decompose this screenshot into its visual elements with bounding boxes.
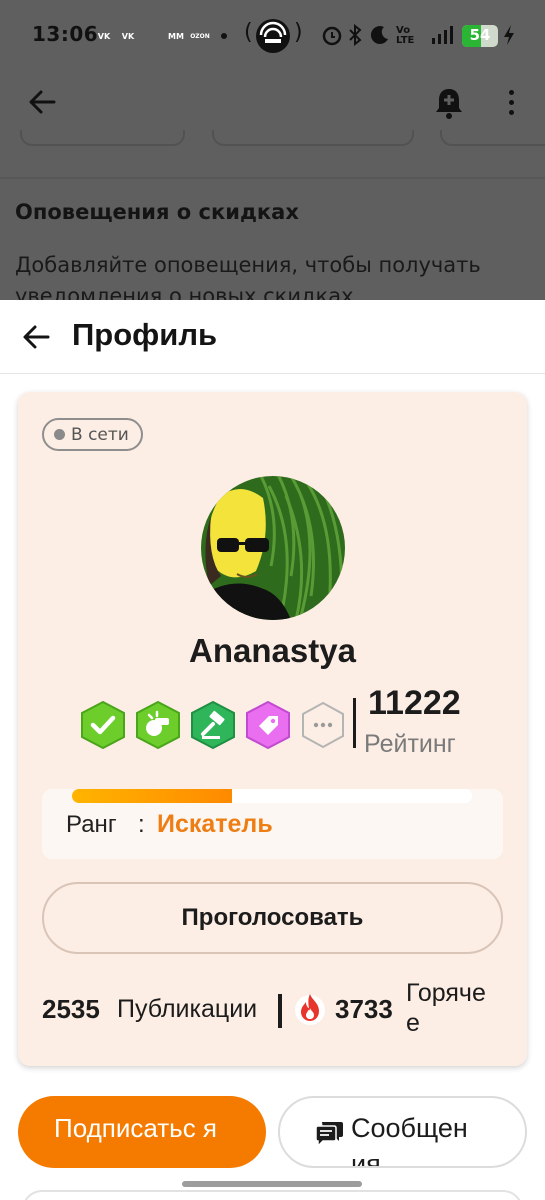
flame-icon (295, 994, 325, 1025)
signal-icon (432, 26, 453, 44)
more-badges-icon[interactable] (300, 700, 346, 750)
filter-chip[interactable] (440, 130, 545, 146)
status-time: 13:06 (32, 22, 99, 46)
back-arrow-icon[interactable] (26, 86, 58, 118)
section-title: Оповещения о скидках (15, 200, 299, 224)
message-button[interactable]: Сообщен ия (278, 1096, 527, 1168)
ozon-icon: OZON (190, 32, 210, 40)
subscribe-label: Подписатьс я (54, 1113, 217, 1143)
message-label: Сообщен ия (351, 1113, 468, 1168)
subscribe-button[interactable]: Подписатьс я (18, 1096, 266, 1168)
whistle-badge-icon[interactable] (135, 700, 181, 750)
battery-icon: 54 (462, 25, 498, 47)
vote-button[interactable]: Проголосовать (42, 882, 503, 954)
hotspot-icon: ( ) (244, 16, 303, 56)
rank-progress-bar (72, 789, 472, 803)
verified-badge-icon[interactable] (80, 700, 126, 750)
divider (0, 177, 545, 179)
dnd-moon-icon (370, 26, 388, 45)
charging-icon (504, 25, 514, 45)
status-bar: 13:06 VK VK MM OZON ( ) Vo LTE 54 (0, 0, 545, 70)
online-status-text: В сети (71, 424, 129, 445)
alarm-icon (322, 26, 342, 46)
username: Ananastya (189, 632, 356, 669)
profile-sheet: Профиль В сети Ananastya 11222 Рейтинг Р… (0, 300, 545, 1200)
avatar[interactable] (201, 476, 345, 620)
profile-card: В сети Ananastya 11222 Рейтинг Ранг: Ис… (18, 392, 527, 1066)
gavel-badge-icon[interactable] (190, 700, 236, 750)
sheet-header: Профиль (0, 300, 545, 374)
rank-value: Искатель (157, 810, 273, 838)
more-menu-icon[interactable] (506, 90, 516, 118)
hot-count: 3733 (335, 994, 393, 1024)
home-indicator[interactable] (182, 1181, 362, 1187)
tag-badge-icon[interactable] (245, 700, 291, 750)
filter-chip[interactable] (212, 130, 414, 146)
rating-separator (353, 698, 356, 748)
vk-icon: VK (97, 31, 111, 41)
rating-label: Рейтинг (364, 730, 456, 758)
rank-box: Ранг : Искатель (42, 789, 503, 859)
status-dot-icon (54, 429, 65, 440)
stats-separator (278, 994, 282, 1028)
publications-count: 2535 (42, 994, 100, 1024)
rank-separator: : (138, 811, 145, 838)
rank-label: Ранг (66, 811, 117, 838)
sheet-title: Профиль (72, 317, 218, 352)
profile-stats: 2535 Публикации 3733 Горяче е (42, 976, 512, 1046)
vk-icon: VK (121, 31, 135, 41)
notification-dot-icon (221, 33, 227, 39)
background-page: Оповещения о скидках Добавляйте оповещен… (0, 70, 545, 308)
rank-progress-fill (72, 789, 232, 803)
filter-chip[interactable] (20, 130, 185, 146)
cloud-icon (142, 26, 162, 46)
volte-icon: Vo LTE (396, 25, 415, 46)
rating-value: 11222 (368, 684, 461, 722)
add-alert-bell-icon[interactable] (434, 86, 464, 120)
chat-bubbles-icon (315, 1122, 343, 1148)
publications-label[interactable]: Публикации (117, 995, 257, 1024)
next-card (22, 1190, 523, 1200)
megamarket-icon: MM (168, 31, 184, 41)
hot-label[interactable]: Горяче е (406, 978, 506, 1038)
back-arrow-icon[interactable] (20, 322, 52, 352)
online-status-badge: В сети (42, 418, 143, 451)
bluetooth-icon (349, 24, 362, 46)
